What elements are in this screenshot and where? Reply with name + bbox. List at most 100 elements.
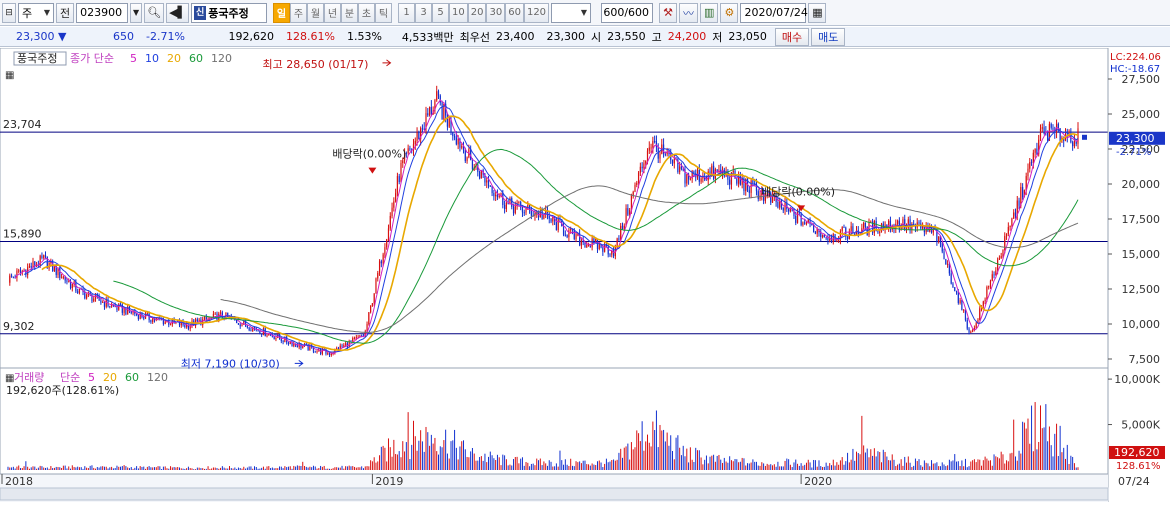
candle-body — [877, 230, 879, 233]
candle-body — [1073, 141, 1076, 147]
date-input[interactable]: 2020/07/24 — [740, 2, 808, 23]
price-legend-ma-60: 60 — [189, 52, 203, 65]
candle-body — [811, 224, 813, 226]
candle-body — [591, 238, 593, 248]
candle-body — [650, 147, 652, 149]
period-tick[interactable]: 틱 — [375, 2, 393, 23]
chart-bar-icon: ▥ — [704, 6, 715, 19]
candle-body — [868, 221, 870, 236]
price-legend-ma-10: 10 — [145, 52, 159, 65]
candle-body — [487, 180, 490, 186]
candle-body — [316, 350, 318, 352]
candle-body — [19, 270, 22, 273]
candle-body — [714, 169, 716, 179]
high-label: 고 — [651, 30, 662, 44]
interval-120[interactable]: 120 — [523, 2, 550, 23]
settings-button[interactable]: ⚙ — [720, 2, 739, 23]
custom-interval-select[interactable]: ▼ — [551, 2, 592, 23]
candle-body — [1027, 168, 1029, 177]
chart-scrollbar — [0, 487, 1109, 501]
candle-body — [496, 194, 499, 197]
best-ask-label: 최우선 — [459, 30, 491, 44]
period-day[interactable]: 일 — [273, 2, 291, 23]
candle-body — [169, 324, 172, 326]
candle-body — [1013, 212, 1015, 219]
candle-body — [184, 325, 186, 328]
candle-body — [666, 152, 668, 155]
candle-body — [428, 107, 431, 116]
tool-button-2[interactable]: 〰 — [679, 2, 699, 23]
candle-body — [503, 204, 506, 210]
market-type-select[interactable]: 주 ▼ — [18, 2, 54, 23]
lc-label: LC:224.06 — [1110, 52, 1161, 63]
candle-body — [805, 223, 808, 225]
prev-button[interactable]: 전 — [56, 2, 75, 23]
last-date-label: 07/24 — [1118, 475, 1150, 488]
candle-body — [330, 353, 332, 355]
calendar-button[interactable]: ▦ — [808, 2, 827, 23]
count-input[interactable]: 600/600 — [601, 2, 654, 23]
quote-bar: 23,300 ▼ 650 -2.71% 192,620 128.61% 1.53… — [0, 27, 1170, 47]
stock-name-field[interactable]: 신 풍국주정 — [191, 2, 268, 23]
candle-body — [241, 324, 243, 327]
candle-body — [864, 222, 867, 227]
candle-body — [879, 231, 881, 233]
candle-body — [586, 244, 588, 248]
right-axis: 27,50025,00022,50020,00017,50015,00012,5… — [1107, 48, 1170, 502]
current-volume-pct-label: 128.61% — [1116, 461, 1161, 472]
menu-icon[interactable]: ⊟ — [2, 2, 16, 23]
period-second[interactable]: 초 — [358, 2, 376, 23]
candle-body — [686, 174, 688, 184]
candle-body — [289, 342, 291, 344]
candle-body — [116, 307, 118, 310]
candle-body — [275, 337, 277, 340]
interval-3[interactable]: 3 — [415, 2, 433, 23]
period-week[interactable]: 주 — [290, 2, 308, 23]
candle-body — [282, 340, 284, 342]
sound-button[interactable]: ◀▌ — [166, 2, 190, 23]
candle-body — [375, 278, 377, 294]
candle-body — [84, 291, 86, 299]
interval-1[interactable]: 1 — [398, 2, 416, 23]
candle-body — [689, 178, 691, 180]
sell-button[interactable]: 매도 — [811, 27, 846, 46]
search-button[interactable]: 🔍︎ — [144, 2, 165, 23]
chart-line-icon: 〰 — [683, 6, 695, 20]
high-value: 24,200 — [667, 30, 707, 43]
candle-body — [480, 170, 482, 179]
candle-body — [373, 293, 375, 304]
candle-body — [62, 276, 64, 278]
interval-60[interactable]: 60 — [505, 2, 524, 23]
interval-20[interactable]: 20 — [467, 2, 487, 23]
hc-label: HC:-18.67 — [1110, 64, 1160, 75]
period-minute[interactable]: 분 — [341, 2, 359, 23]
candle-body — [804, 222, 806, 224]
period-year[interactable]: 년 — [324, 2, 342, 23]
candle-body — [645, 160, 647, 164]
interval-10[interactable]: 10 — [449, 2, 468, 23]
stock-code-input[interactable]: 023900 — [76, 2, 129, 23]
candle-body — [636, 182, 638, 185]
period-month[interactable]: 월 — [307, 2, 325, 23]
current-pct-label: -2.71% — [1116, 147, 1151, 158]
candle-body — [550, 218, 552, 222]
candle-body — [205, 316, 207, 320]
interval-30[interactable]: 30 — [486, 2, 506, 23]
code-dropdown-button[interactable]: ▼ — [130, 2, 143, 23]
candle-body — [1005, 233, 1008, 237]
candle-body — [71, 283, 73, 289]
tool-button-3[interactable]: ▥ — [700, 2, 719, 23]
candle-body — [609, 254, 611, 256]
candle-body — [102, 301, 104, 303]
stock-chart[interactable]: 23,70415,8909,302 27,50025,00022,50020,0… — [0, 47, 1170, 502]
buy-button[interactable]: 매수 — [774, 27, 810, 46]
candle-body — [1022, 187, 1024, 198]
candle-body — [955, 291, 958, 293]
candle-body — [943, 251, 945, 260]
candle-body — [621, 225, 624, 230]
candle-body — [1072, 142, 1074, 147]
tool-button-1[interactable]: ⚒ — [659, 2, 678, 23]
chart-area[interactable]: 23,704 15,890 9,302 27,500 25,000 22,500 20,0… — [0, 47, 1170, 502]
volume-legend-ma-label: 단순 — [60, 371, 80, 384]
interval-5[interactable]: 5 — [432, 2, 450, 23]
